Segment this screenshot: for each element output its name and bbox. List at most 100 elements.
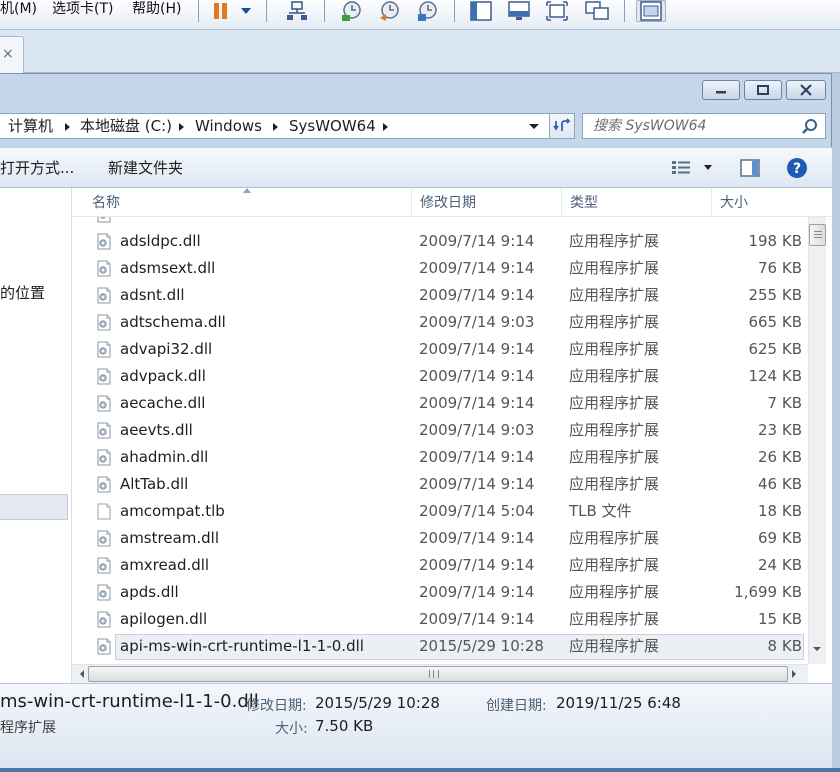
chevron-right-icon[interactable] — [383, 123, 388, 131]
file-row[interactable]: adsmsext.dll 2009/7/14 9:14 应用程序扩展 76 KB — [72, 255, 810, 282]
file-date: 2009/7/14 9:14 — [419, 529, 535, 547]
dll-icon — [97, 611, 111, 628]
navigation-pane[interactable]: 的位置 — [0, 188, 72, 683]
search-box[interactable] — [582, 113, 826, 139]
nav-item-label[interactable]: 的位置 — [0, 282, 45, 303]
file-row[interactable]: apilogen.dll 2009/7/14 9:14 应用程序扩展 15 KB — [72, 606, 810, 633]
breadcrumb-computer[interactable]: 计算机 — [8, 114, 53, 138]
help-button[interactable]: ? — [786, 157, 808, 183]
column-header-type[interactable]: 类型 — [562, 188, 712, 217]
view-options-button[interactable] — [672, 160, 716, 180]
vm-toolbar: 机(M) 选项卡(T) 帮助(H) — [0, 0, 840, 30]
file-row[interactable]: apds.dll 2009/7/14 9:14 应用程序扩展 1,699 KB — [72, 579, 810, 606]
file-row[interactable]: adsldpc.dll 2009/7/14 9:14 应用程序扩展 198 KB — [72, 228, 810, 255]
chevron-right-icon[interactable] — [273, 123, 278, 131]
dll-icon — [97, 314, 111, 331]
toolbar-separator — [624, 0, 625, 22]
file-type: TLB 文件 — [569, 502, 632, 520]
file-row[interactable]: amstream.dll 2009/7/14 9:14 应用程序扩展 69 KB — [72, 525, 810, 552]
refresh-button[interactable] — [549, 113, 575, 139]
minimize-icon — [716, 91, 726, 94]
sort-ascending-icon — [243, 188, 251, 193]
file-name: apilogen.dll — [120, 610, 208, 628]
svg-text:?: ? — [793, 161, 801, 177]
nav-item-selected[interactable] — [0, 494, 68, 520]
dll-icon — [97, 341, 111, 358]
file-row[interactable]: api-ms-win-crt-runtime-l1-1-0.dll 2015/5/… — [72, 633, 810, 660]
file-date: 2009/7/14 9:14 — [419, 340, 535, 358]
toolbar-separator — [454, 0, 455, 22]
dll-icon — [97, 233, 111, 250]
details-pane: ms-win-crt-runtime-l1-1-0.dll 程序扩展 修改日期:… — [0, 683, 832, 769]
toolbar-separator — [266, 0, 267, 22]
vertical-scrollbar[interactable] — [808, 217, 826, 664]
file-row[interactable]: adtschema.dll 2009/7/14 9:03 应用程序扩展 665 KB — [72, 309, 810, 336]
file-type: 应用程序扩展 — [569, 556, 660, 574]
dll-icon — [97, 260, 111, 277]
menu-tabs[interactable]: 选项卡(T) — [52, 0, 113, 18]
vm-tab[interactable]: × — [0, 36, 24, 73]
breadcrumb-syswow64[interactable]: SysWOW64 — [289, 114, 376, 138]
network-icon[interactable] — [282, 0, 312, 22]
file-type: 应用程序扩展 — [569, 394, 660, 412]
file-row[interactable]: advpack.dll 2009/7/14 9:14 应用程序扩展 124 KB — [72, 363, 810, 390]
file-size: 15 KB — [758, 610, 802, 628]
breadcrumb-local-disk[interactable]: 本地磁盘 (C:) — [80, 114, 172, 138]
unity-icon[interactable] — [582, 0, 612, 22]
close-icon[interactable]: × — [2, 46, 14, 62]
menu-help[interactable]: 帮助(H) — [132, 0, 181, 18]
file-size: 18 KB — [758, 502, 802, 520]
chevron-right-icon[interactable] — [65, 123, 70, 131]
preview-pane-button[interactable] — [740, 159, 760, 181]
chevron-right-icon[interactable] — [179, 123, 184, 131]
dll-icon — [97, 638, 111, 655]
scroll-right-arrow-icon[interactable] — [792, 670, 796, 678]
close-button[interactable] — [786, 80, 826, 100]
open-with-button[interactable]: 打开方式... — [0, 148, 74, 188]
file-row[interactable]: amcompat.tlb 2009/7/14 5:04 TLB 文件 18 KB — [72, 498, 810, 525]
scroll-down-arrow-icon[interactable] — [813, 647, 821, 651]
file-row[interactable]: ahadmin.dll 2009/7/14 9:14 应用程序扩展 26 KB — [72, 444, 810, 471]
dll-icon — [97, 557, 111, 574]
file-row-partial[interactable] — [72, 217, 810, 228]
vertical-scroll-thumb[interactable] — [809, 224, 826, 246]
file-row[interactable]: aecache.dll 2009/7/14 9:14 应用程序扩展 7 KB — [72, 390, 810, 417]
details-created-value: 2019/11/25 6:48 — [556, 694, 681, 712]
file-row[interactable]: amxread.dll 2009/7/14 9:14 应用程序扩展 24 KB — [72, 552, 810, 579]
new-folder-button[interactable]: 新建文件夹 — [108, 148, 183, 188]
file-date: 2009/7/14 9:14 — [419, 367, 535, 385]
fullscreen-icon[interactable] — [542, 0, 572, 22]
horizontal-scroll-thumb[interactable] — [88, 666, 788, 682]
file-size: 7 KB — [767, 394, 802, 412]
search-icon[interactable] — [801, 118, 819, 136]
file-list[interactable]: 名称 修改日期 类型 大小 adsldpc.dll 2009/7/14 9:14 应… — [72, 188, 832, 683]
taskbar — [0, 768, 840, 772]
maximize-button[interactable] — [744, 80, 782, 100]
minimize-button[interactable] — [702, 80, 740, 100]
file-row[interactable]: adsnt.dll 2009/7/14 9:14 应用程序扩展 255 KB — [72, 282, 810, 309]
breadcrumb-windows[interactable]: Windows — [195, 114, 262, 138]
file-name: adtschema.dll — [120, 313, 226, 331]
horizontal-scrollbar[interactable] — [72, 664, 808, 683]
column-header-size[interactable]: 大小 — [712, 188, 808, 217]
pause-icon[interactable] — [206, 0, 236, 22]
snapshot-take-icon[interactable] — [336, 0, 366, 22]
dropdown-icon[interactable] — [236, 0, 256, 22]
file-date: 2009/7/14 9:14 — [419, 583, 535, 601]
snapshot-manager-icon[interactable] — [412, 0, 442, 22]
file-name: advpack.dll — [120, 367, 206, 385]
file-date: 2009/7/14 9:14 — [419, 556, 535, 574]
file-row[interactable]: AltTab.dll 2009/7/14 9:14 应用程序扩展 46 KB — [72, 471, 810, 498]
console-view-icon[interactable] — [504, 0, 534, 22]
address-bar[interactable]: 计算机 本地磁盘 (C:) Windows SysWOW64 — [0, 113, 550, 139]
sidebar-icon[interactable] — [466, 0, 496, 22]
thumbnail-view-icon[interactable] — [636, 0, 666, 22]
column-header-date[interactable]: 修改日期 — [412, 188, 562, 217]
scroll-left-arrow-icon[interactable] — [80, 670, 84, 678]
snapshot-revert-icon[interactable] — [374, 0, 404, 22]
chevron-down-icon[interactable] — [529, 124, 539, 129]
file-row[interactable]: advapi32.dll 2009/7/14 9:14 应用程序扩展 625 KB — [72, 336, 810, 363]
file-row[interactable]: aeevts.dll 2009/7/14 9:03 应用程序扩展 23 KB — [72, 417, 810, 444]
menu-machine[interactable]: 机(M) — [0, 0, 37, 18]
search-input[interactable] — [583, 114, 795, 138]
